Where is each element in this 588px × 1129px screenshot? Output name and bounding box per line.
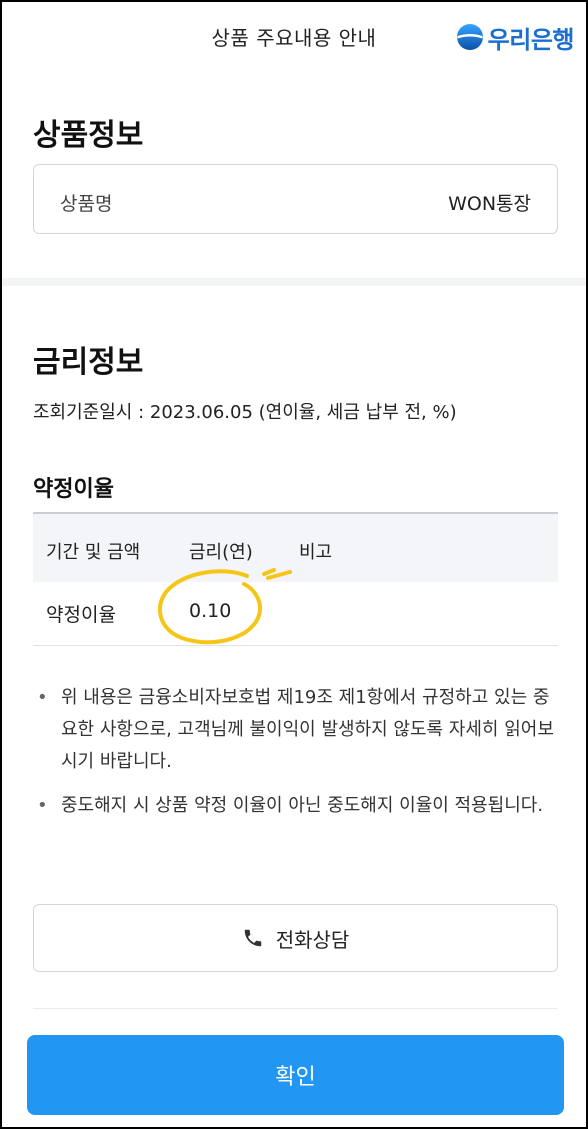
header-remark: 비고 [299, 542, 333, 563]
rate-info-title: 금리정보 [33, 345, 144, 380]
header-rate: 금리(연) [189, 542, 253, 563]
table-header: 기간 및 금액 금리(연) 비고 [33, 512, 558, 582]
table-row: 약정이율 0.10 [33, 582, 558, 646]
rate-table: 기간 및 금액 금리(연) 비고 약정이율 0.10 [33, 512, 558, 646]
phone-consult-label: 전화상담 [275, 927, 350, 952]
product-name-box: 상품명 WON통장 [33, 164, 558, 234]
confirm-label: 확인 [275, 1065, 316, 1090]
notice-item: 중도해지 시 상품 약정 이율이 아닌 중도해지 이율이 적용됩니다. [33, 790, 558, 822]
product-name-label: 상품명 [60, 193, 113, 215]
bank-logo-text: 우리은행 [487, 25, 575, 54]
screen-frame: 상품 주요내용 안내 우리은행 상품정보 상품명 WON통장 금리정보 조회기준… [0, 0, 588, 1129]
row-period: 약정이율 [46, 604, 116, 626]
confirm-button[interactable]: 확인 [27, 1035, 564, 1115]
header: 상품 주요내용 안내 우리은행 [2, 2, 586, 74]
row-rate: 0.10 [189, 600, 232, 622]
section-divider [2, 278, 586, 286]
phone-consult-button[interactable]: 전화상담 [33, 904, 558, 972]
header-period: 기간 및 금액 [46, 542, 141, 563]
phone-icon [244, 929, 261, 947]
base-date-text: 조회기준일시 : 2023.06.05 (연이율, 세금 납부 전, %) [33, 402, 457, 423]
product-name-value: WON통장 [448, 193, 531, 215]
contract-rate-subtitle: 약정이율 [33, 477, 114, 502]
notice-item: 위 내용은 금융소비자보호법 제19조 제1항에서 규정하고 있는 중요한 사항… [33, 682, 558, 778]
bank-logo-icon [456, 24, 483, 50]
notice-list: 위 내용은 금융소비자보호법 제19조 제1항에서 규정하고 있는 중요한 사항… [33, 682, 558, 834]
bank-logo: 우리은행 [456, 20, 575, 54]
product-info-title: 상품정보 [33, 118, 144, 153]
bottom-divider [33, 1008, 558, 1009]
